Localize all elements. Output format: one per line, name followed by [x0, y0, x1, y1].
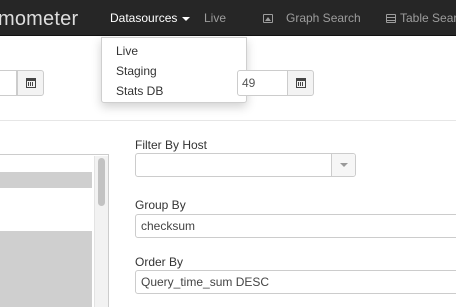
app-brand[interactable]: mometer [0, 8, 78, 31]
list-item[interactable] [0, 231, 92, 307]
divider [0, 120, 456, 121]
nav-table-search-link[interactable]: Table Sear [386, 11, 456, 25]
order-by-label: Order By [135, 255, 184, 269]
start-date-button[interactable] [17, 70, 44, 96]
filter-by-host-select[interactable] [135, 153, 356, 177]
group-by-label: Group By [135, 198, 186, 212]
datasources-menu[interactable]: Datasources [110, 11, 191, 25]
datasources-dropdown: Live Staging Stats DB [101, 37, 247, 103]
dropdown-item-stats-db[interactable]: Stats DB [116, 84, 163, 98]
picture-icon [263, 14, 273, 23]
dropdown-item-live[interactable]: Live [116, 44, 138, 58]
dropdown-item-staging[interactable]: Staging [116, 64, 157, 78]
list-item[interactable] [0, 172, 92, 188]
list-scrollbar[interactable] [94, 156, 108, 307]
host-list[interactable] [0, 154, 109, 307]
nav-live-link[interactable]: Live [204, 11, 226, 25]
calendar-icon [296, 78, 306, 88]
filter-by-host-label: Filter By Host [135, 138, 208, 152]
start-date-input[interactable] [0, 70, 17, 96]
datasources-label: Datasources [110, 11, 178, 25]
caret-down-icon [182, 16, 191, 21]
table-icon [386, 14, 396, 23]
calendar-icon [26, 78, 36, 88]
page: mometer Datasources Live Graph Search Ta… [0, 0, 456, 307]
end-date-input[interactable]: 49 [237, 70, 288, 96]
nav-graph-search-link[interactable]: Graph Search [263, 11, 361, 25]
graph-search-label: Graph Search [286, 11, 361, 25]
group-by-input[interactable]: checksum [135, 214, 456, 238]
chevron-down-icon[interactable] [331, 154, 355, 176]
scrollbar-thumb[interactable] [98, 158, 105, 206]
navbar: mometer Datasources Live Graph Search Ta… [0, 0, 456, 36]
table-search-label: Table Sear [400, 11, 456, 25]
end-date-button[interactable] [287, 70, 314, 96]
order-by-input[interactable]: Query_time_sum DESC [135, 270, 456, 294]
